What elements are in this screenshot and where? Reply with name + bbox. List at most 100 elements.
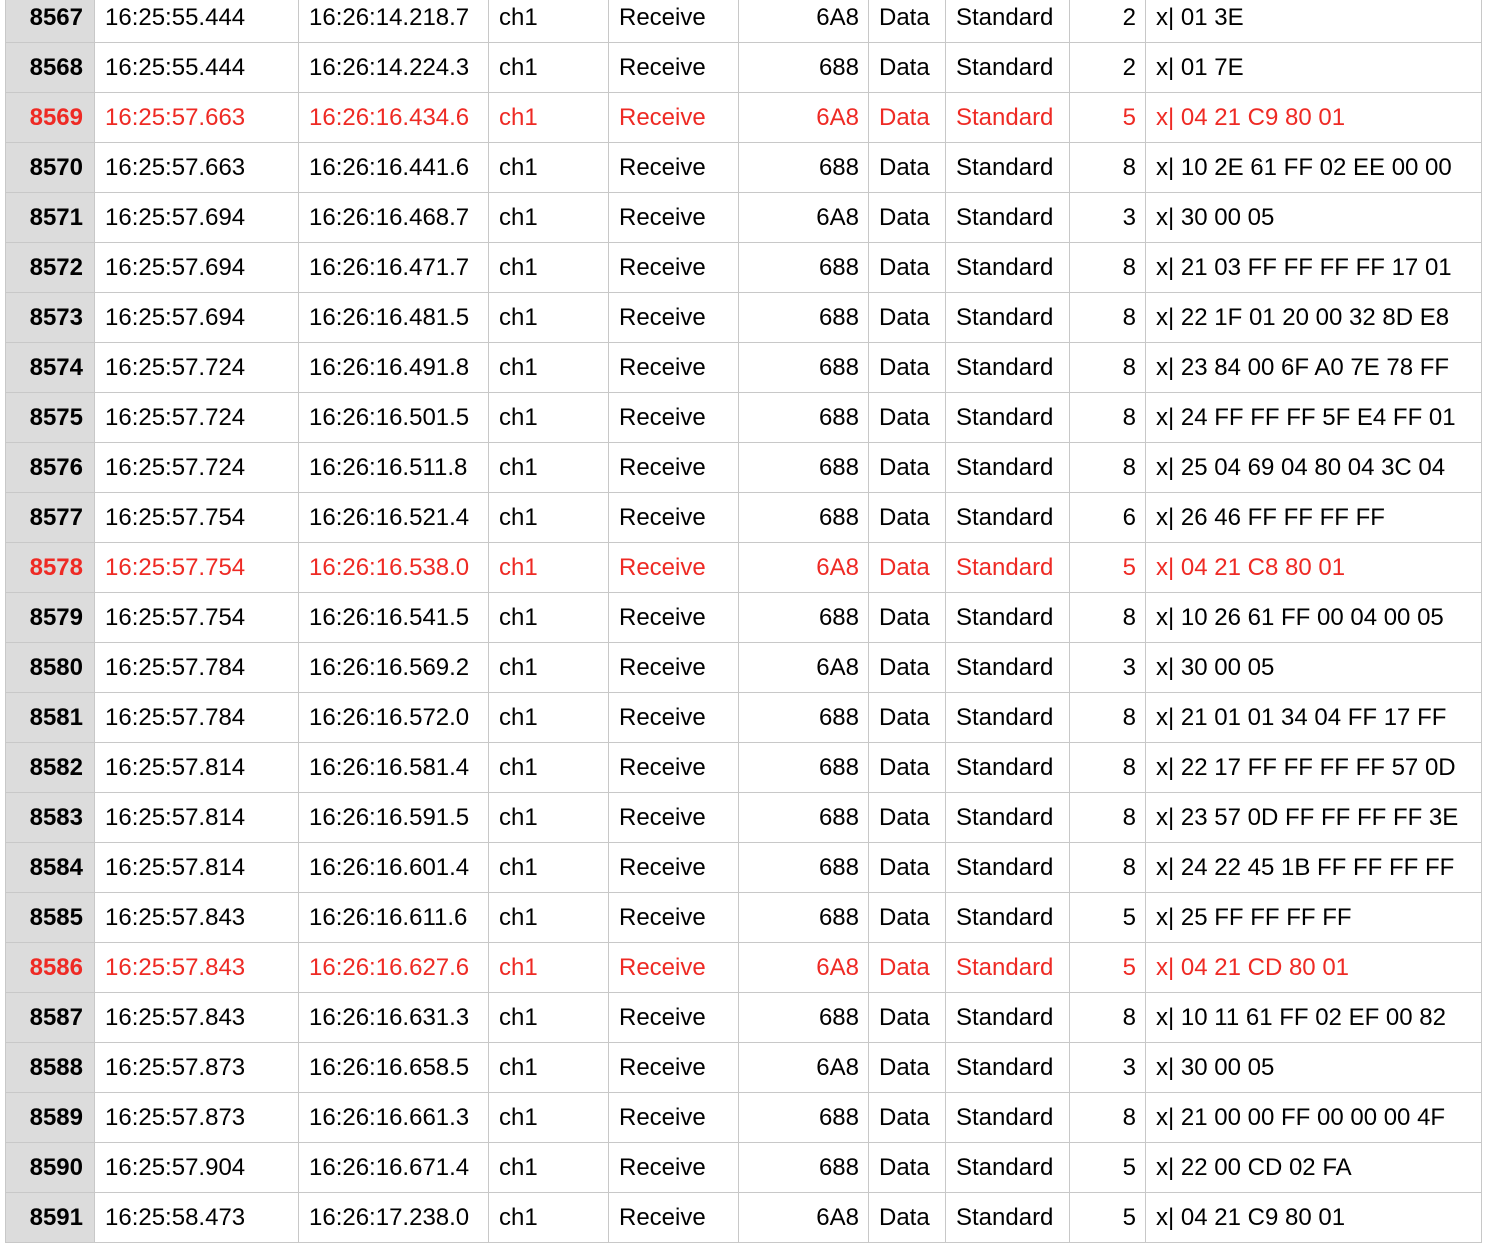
frame-id-cell: 688 xyxy=(738,392,869,443)
timestamp-cell: 16:26:17.238.0 xyxy=(298,1192,489,1243)
direction-cell: Receive xyxy=(608,0,739,43)
system-time-cell: 16:25:57.754 xyxy=(94,592,299,643)
dlc-cell: 3 xyxy=(1069,642,1146,693)
data-bytes-cell: x| 21 00 00 FF 00 00 00 4F xyxy=(1145,1092,1482,1143)
dlc-cell: 5 xyxy=(1069,92,1146,143)
frame-format-cell: Standard xyxy=(945,342,1070,393)
row-index-cell: 8581 xyxy=(5,692,95,743)
table-row[interactable]: 8585 16:25:57.843 16:26:16.611.6 ch1 Receive… xyxy=(5,892,1482,943)
system-time-cell: 16:25:57.843 xyxy=(94,992,299,1043)
timestamp-cell: 16:26:16.601.4 xyxy=(298,842,489,893)
data-bytes-cell: x| 04 21 CD 80 01 xyxy=(1145,942,1482,993)
direction-cell: Receive xyxy=(608,542,739,593)
frame-type-cell: Data xyxy=(868,792,946,843)
channel-cell: ch1 xyxy=(488,942,609,993)
frame-type-cell: Data xyxy=(868,842,946,893)
frame-type-cell: Data xyxy=(868,1042,946,1093)
frame-type-cell: Data xyxy=(868,1092,946,1143)
frame-id-cell: 688 xyxy=(738,842,869,893)
frame-type-cell: Data xyxy=(868,242,946,293)
channel-cell: ch1 xyxy=(488,142,609,193)
table-row[interactable]: 8576 16:25:57.724 16:26:16.511.8 ch1 Receive… xyxy=(5,442,1482,493)
dlc-cell: 8 xyxy=(1069,392,1146,443)
table-row[interactable]: 8574 16:25:57.724 16:26:16.491.8 ch1 Receive… xyxy=(5,342,1482,393)
timestamp-cell: 16:26:16.627.6 xyxy=(298,942,489,993)
direction-cell: Receive xyxy=(608,892,739,943)
direction-cell: Receive xyxy=(608,1142,739,1193)
frame-id-cell: 688 xyxy=(738,492,869,543)
table-row[interactable]: 8570 16:25:57.663 16:26:16.441.6 ch1 Receive… xyxy=(5,142,1482,193)
table-row[interactable]: 8572 16:25:57.694 16:26:16.471.7 ch1 Receive… xyxy=(5,242,1482,293)
frame-id-cell: 6A8 xyxy=(738,0,869,43)
channel-cell: ch1 xyxy=(488,1142,609,1193)
channel-cell: ch1 xyxy=(488,0,609,43)
table-row[interactable]: 8586 16:25:57.843 16:26:16.627.6 ch1 Receive… xyxy=(5,942,1482,993)
frame-id-cell: 688 xyxy=(738,1092,869,1143)
data-bytes-cell: x| 23 84 00 6F A0 7E 78 FF xyxy=(1145,342,1482,393)
table-row[interactable]: 8579 16:25:57.754 16:26:16.541.5 ch1 Receive… xyxy=(5,592,1482,643)
data-bytes-cell: x| 30 00 05 xyxy=(1145,192,1482,243)
frame-format-cell: Standard xyxy=(945,1142,1070,1193)
system-time-cell: 16:25:57.663 xyxy=(94,92,299,143)
system-time-cell: 16:25:57.843 xyxy=(94,892,299,943)
table-row[interactable]: 8571 16:25:57.694 16:26:16.468.7 ch1 Receive… xyxy=(5,192,1482,243)
table-row[interactable]: 8587 16:25:57.843 16:26:16.631.3 ch1 Receive… xyxy=(5,992,1482,1043)
dlc-cell: 8 xyxy=(1069,692,1146,743)
frame-id-cell: 6A8 xyxy=(738,192,869,243)
system-time-cell: 16:25:57.814 xyxy=(94,842,299,893)
table-row[interactable]: 8578 16:25:57.754 16:26:16.538.0 ch1 Receive… xyxy=(5,542,1482,593)
frame-type-cell: Data xyxy=(868,42,946,93)
frame-id-cell: 688 xyxy=(738,1142,869,1193)
table-row[interactable]: 8580 16:25:57.784 16:26:16.569.2 ch1 Receive… xyxy=(5,642,1482,693)
direction-cell: Receive xyxy=(608,42,739,93)
row-index-cell: 8582 xyxy=(5,742,95,793)
table-row[interactable]: 8573 16:25:57.694 16:26:16.481.5 ch1 Receive… xyxy=(5,292,1482,343)
table-row[interactable]: 8588 16:25:57.873 16:26:16.658.5 ch1 Receive… xyxy=(5,1042,1482,1093)
timestamp-cell: 16:26:16.538.0 xyxy=(298,542,489,593)
channel-cell: ch1 xyxy=(488,992,609,1043)
channel-cell: ch1 xyxy=(488,42,609,93)
table-row[interactable]: 8568 16:25:55.444 16:26:14.224.3 ch1 Receive… xyxy=(5,42,1482,93)
frame-type-cell: Data xyxy=(868,992,946,1043)
timestamp-cell: 16:26:14.224.3 xyxy=(298,42,489,93)
frame-id-cell: 6A8 xyxy=(738,642,869,693)
table-row[interactable]: 8589 16:25:57.873 16:26:16.661.3 ch1 Receive… xyxy=(5,1092,1482,1143)
data-bytes-cell: x| 10 2E 61 FF 02 EE 00 00 xyxy=(1145,142,1482,193)
table-row[interactable]: 8584 16:25:57.814 16:26:16.601.4 ch1 Receive… xyxy=(5,842,1482,893)
table-row[interactable]: 8581 16:25:57.784 16:26:16.572.0 ch1 Receive… xyxy=(5,692,1482,743)
dlc-cell: 5 xyxy=(1069,1192,1146,1243)
table-row[interactable]: 8567 16:25:55.444 16:26:14.218.7 ch1 Receive… xyxy=(5,0,1482,43)
table-row[interactable]: 8582 16:25:57.814 16:26:16.581.4 ch1 Receive… xyxy=(5,742,1482,793)
frame-format-cell: Standard xyxy=(945,992,1070,1043)
channel-cell: ch1 xyxy=(488,792,609,843)
dlc-cell: 5 xyxy=(1069,942,1146,993)
frame-format-cell: Standard xyxy=(945,942,1070,993)
channel-cell: ch1 xyxy=(488,642,609,693)
timestamp-cell: 16:26:16.491.8 xyxy=(298,342,489,393)
direction-cell: Receive xyxy=(608,992,739,1043)
table-row[interactable]: 8575 16:25:57.724 16:26:16.501.5 ch1 Receive… xyxy=(5,392,1482,443)
frame-type-cell: Data xyxy=(868,92,946,143)
row-index-cell: 8584 xyxy=(5,842,95,893)
direction-cell: Receive xyxy=(608,92,739,143)
row-index-cell: 8585 xyxy=(5,892,95,943)
data-bytes-cell: x| 30 00 05 xyxy=(1145,642,1482,693)
frame-type-cell: Data xyxy=(868,892,946,943)
system-time-cell: 16:25:57.694 xyxy=(94,242,299,293)
table-row[interactable]: 8577 16:25:57.754 16:26:16.521.4 ch1 Receive… xyxy=(5,492,1482,543)
direction-cell: Receive xyxy=(608,1042,739,1093)
data-bytes-cell: x| 10 11 61 FF 02 EF 00 82 xyxy=(1145,992,1482,1043)
channel-cell: ch1 xyxy=(488,342,609,393)
table-row[interactable]: 8590 16:25:57.904 16:26:16.671.4 ch1 Receive… xyxy=(5,1142,1482,1193)
system-time-cell: 16:25:57.784 xyxy=(94,642,299,693)
direction-cell: Receive xyxy=(608,742,739,793)
frame-id-cell: 6A8 xyxy=(738,1192,869,1243)
table-row[interactable]: 8591 16:25:58.473 16:26:17.238.0 ch1 Receive… xyxy=(5,1192,1482,1243)
table-row[interactable]: 8583 16:25:57.814 16:26:16.591.5 ch1 Receive… xyxy=(5,792,1482,843)
frame-id-cell: 688 xyxy=(738,742,869,793)
row-index-cell: 8569 xyxy=(5,92,95,143)
frame-format-cell: Standard xyxy=(945,142,1070,193)
table-row[interactable]: 8569 16:25:57.663 16:26:16.434.6 ch1 Receive… xyxy=(5,92,1482,143)
timestamp-cell: 16:26:16.658.5 xyxy=(298,1042,489,1093)
frame-type-cell: Data xyxy=(868,692,946,743)
